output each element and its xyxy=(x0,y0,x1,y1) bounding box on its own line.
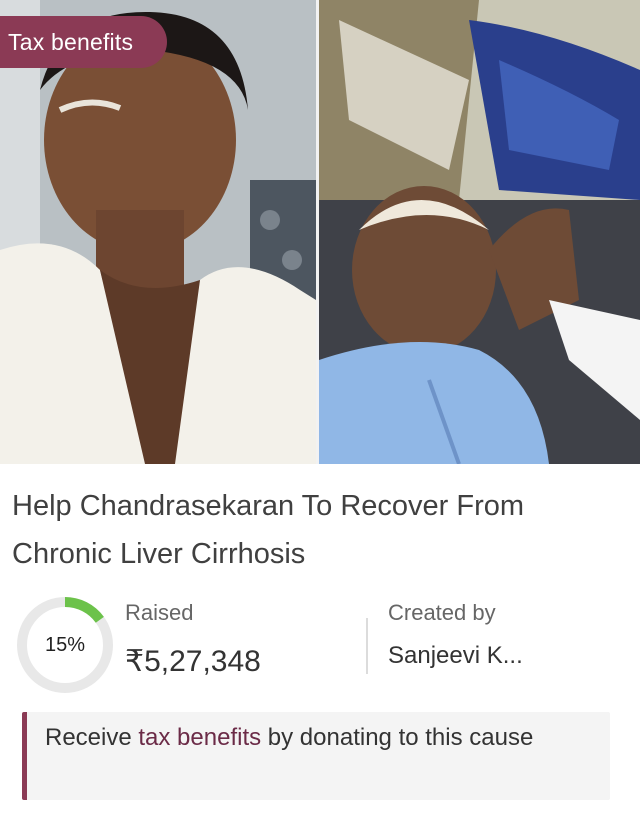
created-by-label: Created by xyxy=(388,600,496,625)
stats-divider xyxy=(366,618,368,674)
raised-amount: ₹5,27,348 xyxy=(125,645,261,678)
portrait-image xyxy=(0,0,316,464)
fundraiser-card[interactable]: Tax benefits Help Chandrasekaran To Reco… xyxy=(0,0,640,836)
campaign-stats: 15% Raised ₹5,27,348 Created by Sanjeevi… xyxy=(0,596,640,706)
tax-benefits-badge: Tax benefits xyxy=(0,16,168,68)
campaign-photo-right xyxy=(319,0,640,464)
creator-name[interactable]: Sanjeevi K... xyxy=(388,642,523,670)
progress-ring: 15% xyxy=(16,596,114,694)
notice-prefix: Receive xyxy=(45,724,139,751)
raised-label: Raised xyxy=(125,600,194,625)
patient-image xyxy=(319,0,640,464)
campaign-title[interactable]: Help Chandrasekaran To Recover From Chro… xyxy=(12,482,612,578)
tax-benefit-notice: Receive tax benefits by donating to this… xyxy=(22,712,610,800)
campaign-image[interactable]: Tax benefits xyxy=(0,0,640,464)
tax-benefits-link[interactable]: tax benefits xyxy=(138,724,261,751)
notice-suffix: by donating to this cause xyxy=(261,724,534,751)
campaign-photo-left xyxy=(0,0,316,464)
progress-percent: 15% xyxy=(44,634,86,656)
